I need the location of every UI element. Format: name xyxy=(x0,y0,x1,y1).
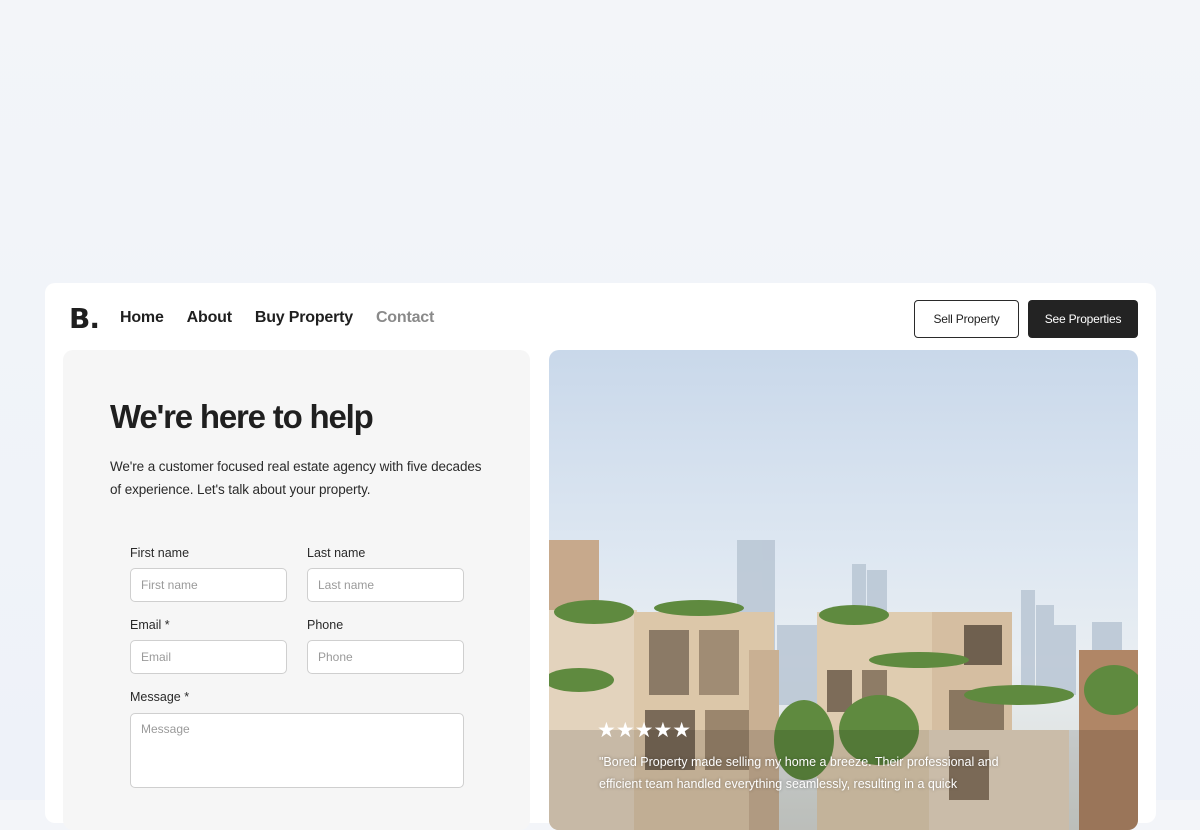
page-title: We're here to help xyxy=(110,398,374,435)
brand-logo[interactable]: B. xyxy=(69,305,100,333)
testimonial-quote: "Bored Property made selling my home a b… xyxy=(599,755,999,791)
site-frame: B. Home About Buy Property Contact Sell … xyxy=(45,283,1156,830)
message-field[interactable] xyxy=(130,713,464,788)
phone-field[interactable] xyxy=(307,640,464,674)
first-name-label: First name xyxy=(130,546,190,560)
hero-image: ★★★★★ "Bored Property made selling my ho… xyxy=(549,350,1138,830)
message-label: Message * xyxy=(130,690,190,704)
see-properties-button[interactable]: See Properties xyxy=(1028,300,1138,338)
intro-text: We're a customer focused real estate age… xyxy=(110,459,482,497)
top-navigation: B. Home About Buy Property Contact Sell … xyxy=(45,283,1156,351)
email-label: Email * xyxy=(130,618,170,632)
rating-stars: ★★★★★ xyxy=(597,719,692,742)
nav-link-about[interactable]: About xyxy=(187,309,232,327)
first-name-input[interactable] xyxy=(130,568,287,602)
email-field[interactable] xyxy=(130,640,287,674)
sell-property-button[interactable]: Sell Property xyxy=(914,300,1019,338)
nav-link-home[interactable]: Home xyxy=(120,309,164,327)
nav-link-contact[interactable]: Contact xyxy=(376,309,434,327)
nav-links: Home About Buy Property Contact xyxy=(120,309,457,327)
phone-label: Phone xyxy=(307,618,344,632)
last-name-input[interactable] xyxy=(307,568,464,602)
contact-form-panel: We're here to help We're a customer focu… xyxy=(63,350,530,830)
last-name-label: Last name xyxy=(307,546,366,560)
nav-link-buy-property[interactable]: Buy Property xyxy=(255,309,353,327)
